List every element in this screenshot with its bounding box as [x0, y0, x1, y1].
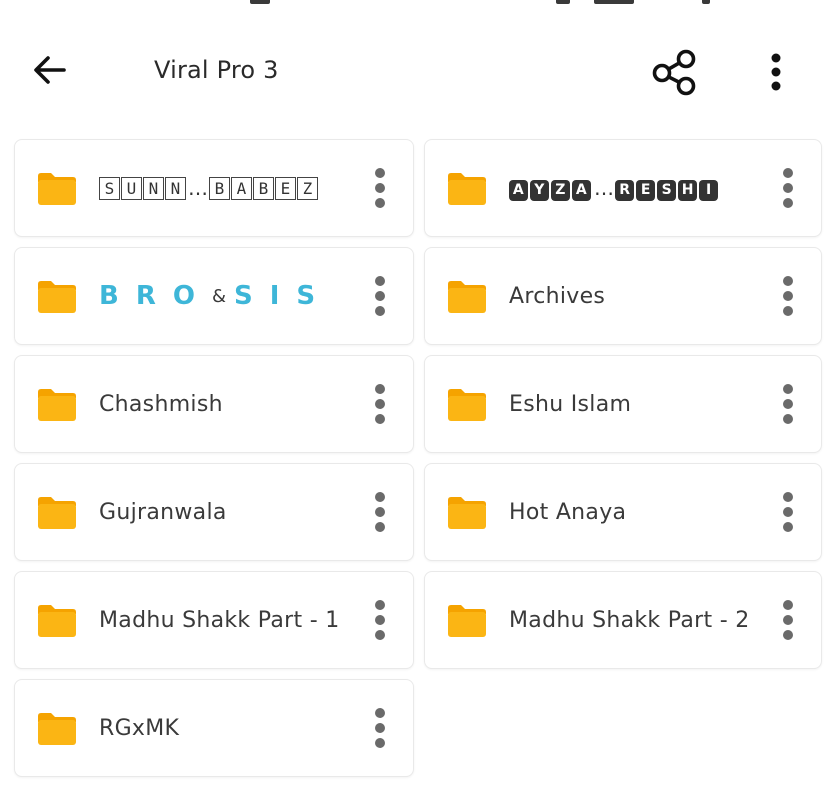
more-vert-dot [375, 399, 385, 409]
more-vert-dot [375, 306, 385, 316]
more-vert-dot [375, 738, 385, 748]
folder-more-button[interactable] [773, 598, 803, 642]
more-vert-dot [783, 507, 793, 517]
folder-name: Gujranwala [99, 499, 227, 525]
share-icon [652, 49, 696, 96]
more-vert-dot [783, 492, 793, 502]
folder-more-button[interactable] [773, 274, 803, 318]
more-vert-dot [783, 306, 793, 316]
folder-grid: S U N N… B A B E Z A Y Z A… R E S H I BRO & SIS Archives C… [14, 139, 822, 777]
folder-icon [447, 280, 487, 314]
folder-card[interactable]: BRO & SIS [14, 247, 414, 345]
more-vert-dot [783, 414, 793, 424]
folder-more-button[interactable] [365, 490, 395, 534]
folder-icon [447, 172, 487, 206]
folder-name: Chashmish [99, 391, 223, 417]
folder-more-button[interactable] [365, 382, 395, 426]
more-vert-dot [783, 168, 793, 178]
share-button[interactable] [648, 46, 702, 98]
folder-name-part: SUNN [99, 176, 187, 200]
more-vert-dot [783, 384, 793, 394]
folder-more-button[interactable] [365, 166, 395, 210]
folder-icon [37, 172, 77, 206]
more-vert-dot [783, 522, 793, 532]
more-vert-dot [375, 384, 385, 394]
more-vert-dot [375, 723, 385, 733]
more-vert-dot [375, 522, 385, 532]
page-title: Viral Pro 3 [154, 56, 279, 84]
folder-more-button[interactable] [773, 166, 803, 210]
more-vert-dot [783, 183, 793, 193]
more-options-button[interactable] [754, 46, 798, 98]
folder-card[interactable]: Gujranwala [14, 463, 414, 561]
folder-name: Hot Anaya [509, 499, 627, 525]
folder-name: Archives [509, 283, 606, 309]
folder-name: S U N N… B A B E Z [99, 140, 319, 236]
folder-icon [447, 604, 487, 638]
folder-card[interactable]: RGxMK [14, 679, 414, 777]
folder-card[interactable]: Hot Anaya [424, 463, 822, 561]
more-vert-dot [375, 492, 385, 502]
more-vert-dot [783, 291, 793, 301]
folder-name: A Y Z A… R E S H I [509, 140, 720, 236]
more-vert-dot [375, 168, 385, 178]
more-vert-dot [375, 198, 385, 208]
more-vert-dot [783, 600, 793, 610]
folder-more-button[interactable] [773, 382, 803, 426]
folder-card[interactable]: Madhu Shakk Part - 2 [424, 571, 822, 669]
folder-icon [37, 604, 77, 638]
more-vert-dot [783, 276, 793, 286]
more-vert-icon [771, 53, 781, 91]
more-vert-dot [375, 507, 385, 517]
folder-more-button[interactable] [773, 490, 803, 534]
folder-more-button[interactable] [365, 598, 395, 642]
folder-name: RGxMK [99, 715, 180, 741]
more-vert-dot [375, 708, 385, 718]
folder-card[interactable]: Eshu Islam [424, 355, 822, 453]
folder-card[interactable]: Madhu Shakk Part - 1 [14, 571, 414, 669]
folder-icon [37, 712, 77, 746]
more-vert-dot [375, 615, 385, 625]
folder-icon [37, 388, 77, 422]
folder-name-part: RESHI [615, 175, 720, 201]
more-vert-dot [783, 615, 793, 625]
folder-card[interactable]: Chashmish [14, 355, 414, 453]
folder-name: Madhu Shakk Part - 1 [99, 607, 340, 633]
status-bar-remnant [0, 0, 836, 6]
more-vert-dot [375, 600, 385, 610]
more-vert-dot [375, 414, 385, 424]
folder-card[interactable]: S U N N… B A B E Z [14, 139, 414, 237]
folder-name: Madhu Shakk Part - 2 [509, 607, 750, 633]
app-bar: Viral Pro 3 [0, 30, 836, 110]
folder-more-button[interactable] [365, 274, 395, 318]
folder-card[interactable]: Archives [424, 247, 822, 345]
folder-icon [37, 496, 77, 530]
back-button[interactable] [28, 48, 72, 92]
arrow-back-icon [34, 56, 66, 84]
folder-name: BRO & SIS [99, 281, 333, 311]
more-vert-dot [783, 399, 793, 409]
more-vert-dot [783, 198, 793, 208]
folder-more-button[interactable] [365, 706, 395, 750]
folder-icon [447, 496, 487, 530]
folder-icon [37, 280, 77, 314]
folder-name-part: AYZA [509, 175, 593, 201]
more-vert-dot [783, 630, 793, 640]
more-vert-dot [375, 630, 385, 640]
folder-icon [447, 388, 487, 422]
more-vert-dot [375, 183, 385, 193]
folder-name: Eshu Islam [509, 391, 632, 417]
more-vert-dot [375, 291, 385, 301]
folder-name-part: BABEZ [209, 176, 319, 200]
folder-card[interactable]: A Y Z A… R E S H I [424, 139, 822, 237]
more-vert-dot [375, 276, 385, 286]
